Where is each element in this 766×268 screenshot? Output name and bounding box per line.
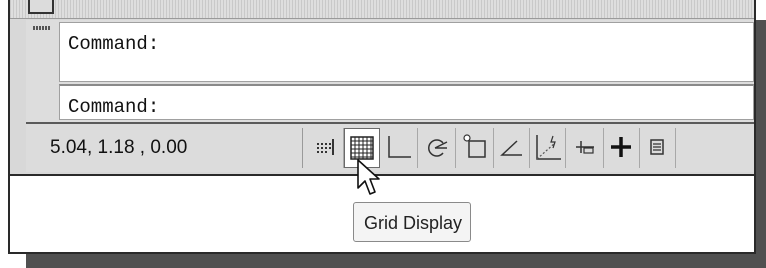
quick-properties-icon bbox=[650, 139, 664, 155]
command-window: Command: Command: bbox=[26, 20, 754, 122]
object-snap-icon bbox=[463, 134, 486, 158]
lineweight-icon bbox=[611, 137, 631, 157]
dynamic-ucs-button[interactable] bbox=[530, 128, 566, 168]
mouse-pointer-icon bbox=[357, 159, 380, 195]
infer-constraints-icon bbox=[317, 139, 334, 155]
command-history-text: Command: bbox=[68, 33, 160, 55]
object-snap-tracking-icon bbox=[500, 140, 522, 156]
ortho-mode-button[interactable] bbox=[382, 128, 418, 168]
polar-tracking-button[interactable] bbox=[420, 128, 456, 168]
object-snap-button[interactable] bbox=[458, 128, 494, 168]
tooltip: Grid Display bbox=[353, 202, 471, 242]
coordinate-readout[interactable]: 5.04, 1.18 , 0.00 bbox=[50, 137, 187, 159]
tooltip-text: Grid Display bbox=[364, 213, 463, 233]
drawing-area-edge bbox=[10, 0, 754, 19]
command-window-grip[interactable] bbox=[29, 24, 55, 120]
grip-dots-icon bbox=[33, 26, 51, 30]
infer-constraints-button[interactable] bbox=[308, 128, 344, 168]
layout-tab-edge[interactable] bbox=[28, 0, 54, 14]
dynamic-input-icon bbox=[576, 141, 594, 154]
quick-properties-button[interactable] bbox=[640, 128, 676, 168]
polar-tracking-icon bbox=[428, 139, 448, 157]
status-bar: 5.04, 1.18 , 0.00 bbox=[26, 122, 754, 172]
command-history[interactable]: Command: bbox=[59, 22, 754, 82]
dynamic-input-button[interactable] bbox=[568, 128, 604, 168]
object-snap-tracking-button[interactable] bbox=[494, 128, 530, 168]
command-prompt: Command: bbox=[68, 96, 160, 118]
application-window: Command: Command: 5.04, 1.18 , 0.00 bbox=[10, 0, 754, 176]
window-shadow bbox=[26, 254, 766, 268]
lineweight-button[interactable] bbox=[604, 128, 640, 168]
command-line[interactable]: Command: bbox=[59, 84, 754, 120]
dynamic-ucs-icon bbox=[536, 135, 561, 160]
ortho-mode-icon bbox=[388, 136, 411, 158]
status-divider bbox=[302, 128, 303, 168]
